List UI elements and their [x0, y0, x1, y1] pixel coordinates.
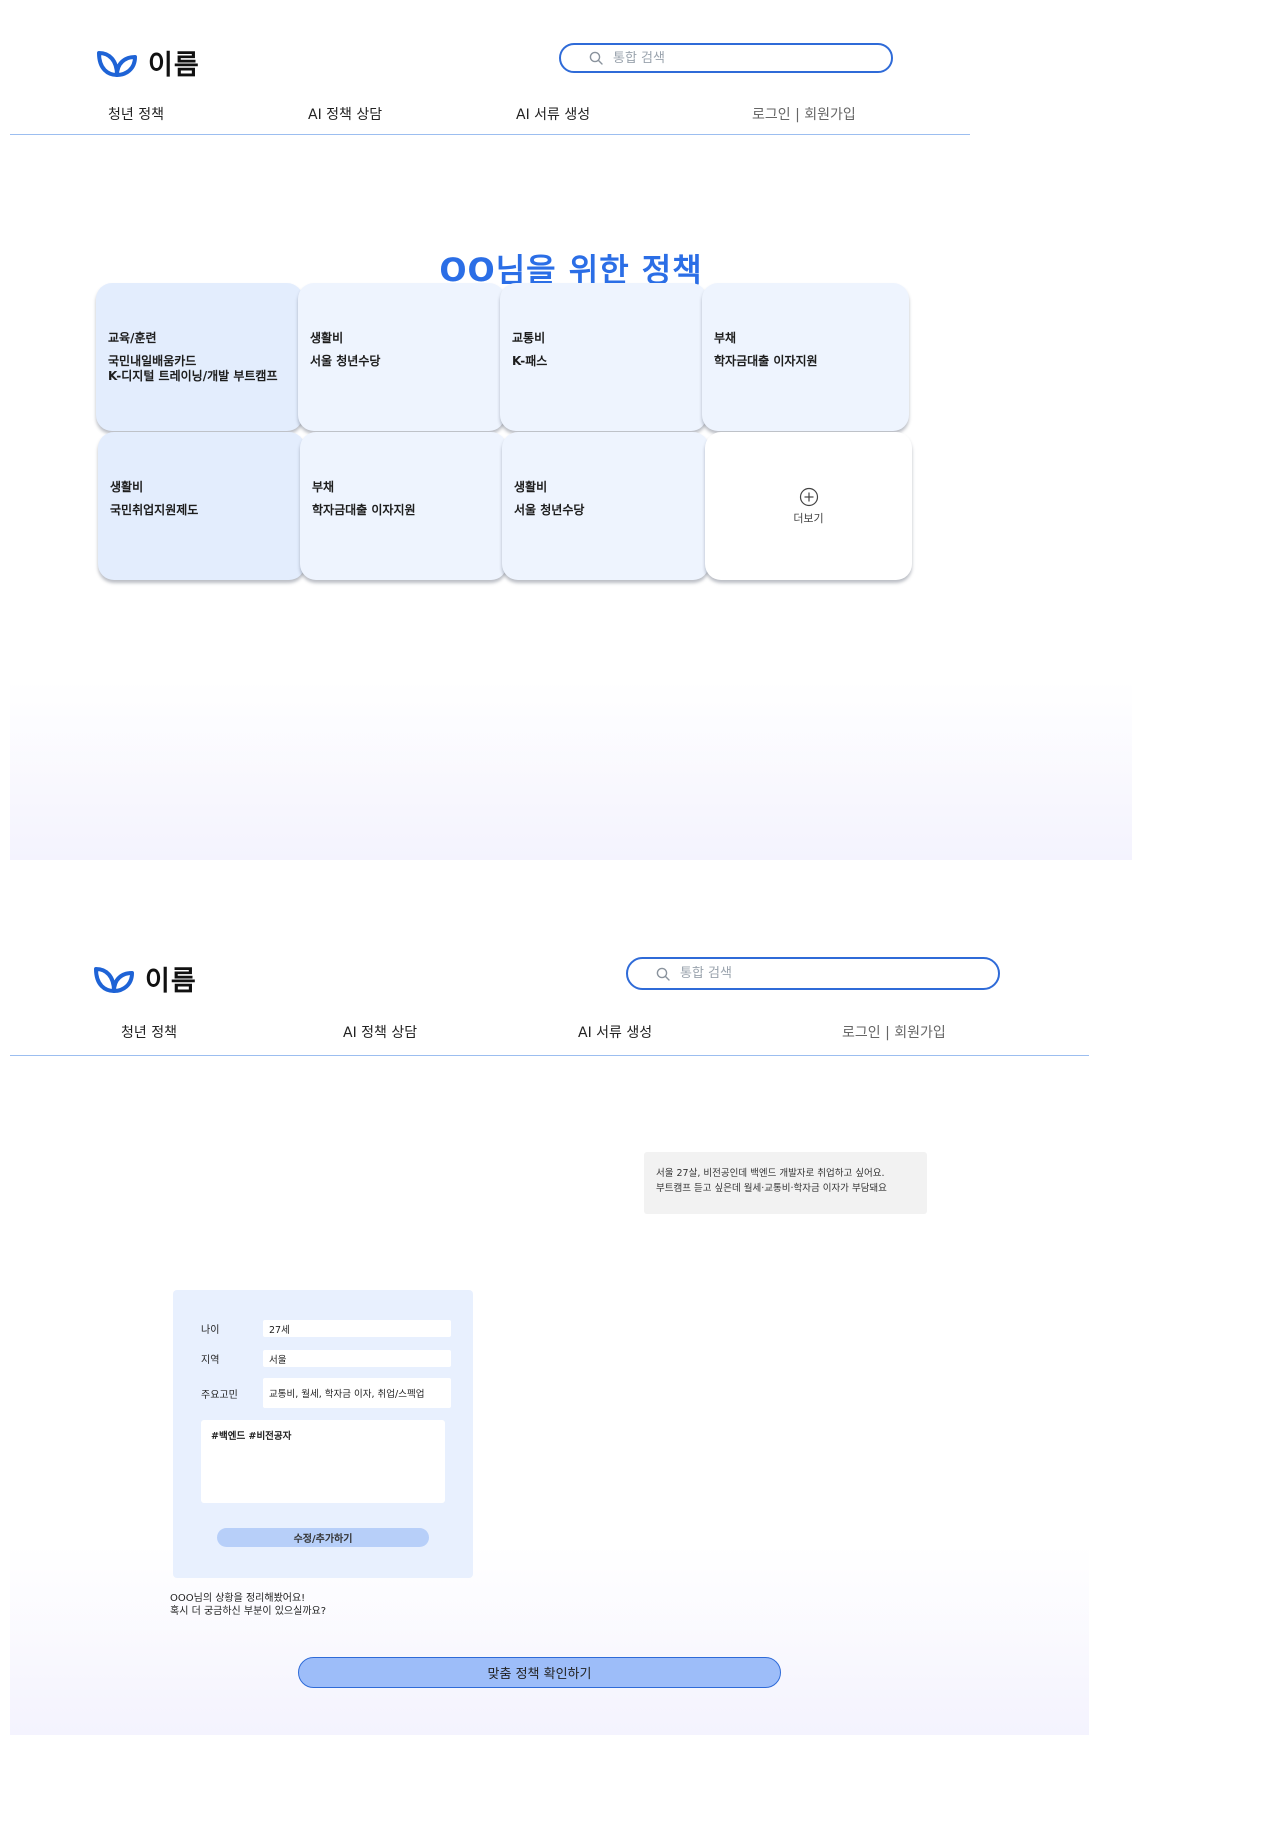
edit-add-button[interactable]: 수정/추가하기 [217, 1528, 429, 1547]
tags-textarea[interactable]: #백엔드 #비전공자 [201, 1420, 445, 1503]
policy-title: 서울 청년수당 [514, 503, 585, 517]
logo-text: 이름 [148, 50, 200, 81]
nav-youth-policy[interactable]: 청년 정책 [121, 1022, 177, 1042]
search-input[interactable] [613, 50, 813, 66]
policy-card[interactable]: 생활비 서울 청년수당 [298, 283, 505, 431]
logo[interactable]: 이름 [93, 959, 197, 998]
search-input[interactable] [680, 966, 880, 981]
more-policies-card[interactable]: 더보기 [705, 432, 912, 580]
policy-category: 교육/훈련 [108, 331, 157, 345]
plus-circle-icon [799, 487, 818, 506]
age-field[interactable]: 27세 [263, 1320, 451, 1337]
policy-category: 생활비 [310, 331, 344, 345]
check-policies-button[interactable]: 맞춤 정책 확인하기 [298, 1657, 781, 1688]
logo[interactable]: 이름 [96, 43, 200, 82]
user-message-line: 서울 27살, 비전공인데 백엔드 개발자로 취업하고 싶어요. [656, 1168, 885, 1179]
policy-card[interactable]: 부채 학자금대출 이자지원 [300, 432, 507, 580]
concerns-field[interactable]: 교통비, 월세, 학자금 이자, 취업/스펙업 [263, 1378, 451, 1408]
leaf-logo-icon [97, 50, 137, 77]
policy-title: 국민취업지원제도 [110, 503, 199, 517]
field-label: 나이 [201, 1325, 220, 1336]
nav-login-signup[interactable]: 로그인 | 회원가입 [842, 1022, 946, 1042]
summary-line: 혹시 더 궁금하신 부분이 있으실까요? [170, 1606, 327, 1617]
policy-title: 국민내일배움카드 K-디지털 트레이닝/개발 부트캠프 [108, 354, 278, 383]
search-icon [589, 51, 603, 65]
search-bar[interactable] [626, 957, 1000, 990]
policy-category: 부채 [312, 480, 335, 494]
search-bar[interactable] [559, 43, 893, 73]
nav-ai-consult[interactable]: AI 정책 상담 [343, 1022, 417, 1042]
region-field[interactable]: 서울 [263, 1350, 451, 1367]
policy-card[interactable]: 생활비 서울 청년수당 [502, 432, 709, 580]
policy-category: 생활비 [110, 480, 144, 494]
policy-title: 학자금대출 이자지원 [312, 503, 416, 517]
header-divider [10, 134, 970, 135]
nav-ai-consult[interactable]: AI 정책 상담 [308, 104, 382, 124]
nav-ai-documents[interactable]: AI 서류 생성 [578, 1022, 652, 1042]
user-message-bubble: 서울 27살, 비전공인데 백엔드 개발자로 취업하고 싶어요. 부트캠프 듣고… [644, 1152, 927, 1214]
field-label: 주요고민 [201, 1389, 238, 1401]
user-message-line: 부트캠프 듣고 싶은데 월세·교통비·학자금 이자가 부담돼요 [656, 1183, 887, 1194]
leaf-logo-icon [94, 966, 134, 993]
policy-category: 생활비 [514, 480, 548, 494]
ai-summary-message: OOO님의 상황을 정리해봤어요! 혹시 더 궁금하신 부분이 있으실까요? [170, 1592, 326, 1618]
summary-line: OOO님의 상황을 정리해봤어요! [170, 1593, 306, 1604]
policy-card[interactable]: 교통비 K-패스 [500, 283, 707, 431]
field-label: 지역 [201, 1355, 220, 1366]
policy-category: 교통비 [512, 331, 546, 345]
policy-card[interactable]: 부채 학자금대출 이자지원 [702, 283, 909, 431]
policy-card[interactable]: 생활비 국민취업지원제도 [98, 432, 305, 580]
policy-category: 부채 [714, 331, 737, 345]
nav-youth-policy[interactable]: 청년 정책 [108, 104, 164, 124]
logo-text: 이름 [145, 966, 197, 997]
policy-title: 서울 청년수당 [310, 354, 381, 368]
recommend-screen: 이름 청년 정책 AI 정책 상담 AI 서류 생성 로그인 | 회원가입 OO… [10, 0, 1132, 860]
policy-card[interactable]: 교육/훈련 국민내일배움카드 K-디지털 트레이닝/개발 부트캠프 [96, 283, 303, 431]
profile-field-region: 지역 서울 [201, 1350, 451, 1367]
policy-title: K-패스 [512, 354, 548, 368]
policy-title: 학자금대출 이자지원 [714, 354, 818, 368]
profile-summary-panel: 나이 27세 지역 서울 주요고민 교통비, 월세, 학자금 이자, 취업/스펙… [173, 1290, 473, 1578]
more-label: 더보기 [793, 511, 824, 525]
header-divider [10, 1055, 1089, 1056]
profile-field-age: 나이 27세 [201, 1320, 451, 1337]
search-icon [656, 967, 670, 981]
nav-ai-documents[interactable]: AI 서류 생성 [516, 104, 590, 124]
nav-login-signup[interactable]: 로그인 | 회원가입 [752, 104, 856, 124]
profile-field-concerns: 주요고민 교통비, 월세, 학자금 이자, 취업/스펙업 [201, 1378, 451, 1408]
